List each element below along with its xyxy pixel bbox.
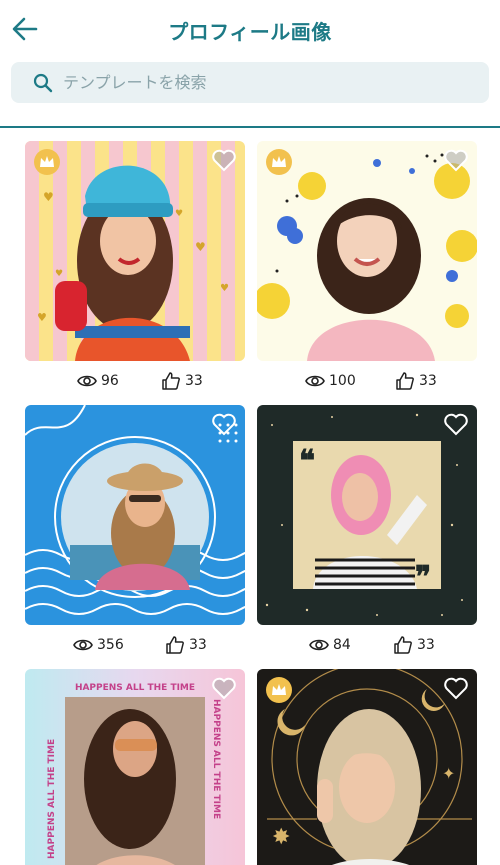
template-card[interactable]: ♥ ♥ ♥ ♥ ♥ ♥ bbox=[25, 141, 245, 361]
svg-text:✦: ✦ bbox=[442, 764, 455, 783]
premium-crown-icon bbox=[34, 149, 60, 175]
like-count-label: 33 bbox=[189, 637, 207, 653]
view-count: 356 bbox=[73, 633, 124, 657]
overlay-text-right: HAPPENS ALL THE TIME bbox=[211, 699, 221, 820]
like-count-label: 33 bbox=[419, 373, 437, 389]
favorite-heart-icon[interactable] bbox=[443, 411, 469, 437]
svg-text:♥: ♥ bbox=[195, 240, 206, 254]
card-stats: 84 33 bbox=[257, 633, 477, 657]
search-icon bbox=[33, 73, 53, 93]
template-card[interactable]: HAPPENS ALL THE TIME HAPPENS ALL THE TIM… bbox=[25, 669, 245, 865]
svg-text:✸: ✸ bbox=[272, 825, 290, 850]
favorite-heart-icon[interactable] bbox=[443, 675, 469, 701]
view-count: 100 bbox=[305, 369, 356, 393]
header-divider bbox=[0, 126, 500, 128]
view-count: 96 bbox=[77, 369, 119, 393]
template-thumbnail bbox=[257, 141, 477, 361]
thumbs-up-icon bbox=[394, 636, 412, 654]
thumbs-up-icon bbox=[166, 636, 184, 654]
favorite-heart-icon[interactable] bbox=[211, 411, 237, 437]
view-count: 84 bbox=[309, 633, 351, 657]
svg-text:❝: ❝ bbox=[299, 444, 315, 479]
template-thumbnail: ❝ ❞ bbox=[257, 405, 477, 625]
card-stats: 96 33 bbox=[25, 369, 245, 393]
search-input[interactable] bbox=[63, 62, 473, 103]
view-count-label: 84 bbox=[333, 637, 351, 653]
view-count-label: 100 bbox=[329, 373, 356, 389]
svg-text:♥: ♥ bbox=[220, 283, 229, 294]
eye-icon bbox=[77, 375, 97, 387]
template-card[interactable]: ✸ ✦ bbox=[257, 669, 477, 865]
like-count-label: 33 bbox=[185, 373, 203, 389]
favorite-heart-icon[interactable] bbox=[211, 675, 237, 701]
template-thumbnail bbox=[25, 405, 245, 625]
search-bar[interactable] bbox=[11, 62, 489, 103]
premium-crown-icon bbox=[266, 677, 292, 703]
svg-text:♥: ♥ bbox=[55, 269, 63, 279]
thumbs-up-icon bbox=[162, 372, 180, 390]
premium-crown-icon bbox=[266, 149, 292, 175]
thumbs-up-icon bbox=[396, 372, 414, 390]
card-stats: 100 33 bbox=[257, 369, 477, 393]
like-count: 33 bbox=[161, 369, 203, 393]
overlay-text-top: HAPPENS ALL THE TIME bbox=[74, 683, 196, 693]
svg-text:♥: ♥ bbox=[175, 209, 183, 219]
template-card[interactable]: ❝ ❞ bbox=[257, 405, 477, 625]
card-stats: 356 33 bbox=[25, 633, 245, 657]
svg-text:♥: ♥ bbox=[37, 311, 47, 324]
eye-icon bbox=[73, 639, 93, 651]
favorite-heart-icon[interactable] bbox=[211, 147, 237, 173]
like-count: 33 bbox=[395, 369, 437, 393]
app-header: プロフィール画像 bbox=[0, 0, 500, 58]
view-count-label: 356 bbox=[97, 637, 124, 653]
svg-text:❞: ❞ bbox=[415, 560, 431, 595]
like-count: 33 bbox=[393, 633, 435, 657]
like-count-label: 33 bbox=[417, 637, 435, 653]
like-count: 33 bbox=[165, 633, 207, 657]
eye-icon bbox=[305, 375, 325, 387]
template-thumbnail: ♥ ♥ ♥ ♥ ♥ ♥ bbox=[25, 141, 245, 361]
svg-text:♥: ♥ bbox=[43, 190, 54, 204]
overlay-text-left: HAPPENS ALL THE TIME bbox=[47, 738, 57, 859]
page-title: プロフィール画像 bbox=[168, 20, 332, 44]
template-card[interactable] bbox=[25, 405, 245, 625]
view-count-label: 96 bbox=[101, 373, 119, 389]
favorite-heart-icon[interactable] bbox=[443, 147, 469, 173]
eye-icon bbox=[309, 639, 329, 651]
template-card[interactable] bbox=[257, 141, 477, 361]
